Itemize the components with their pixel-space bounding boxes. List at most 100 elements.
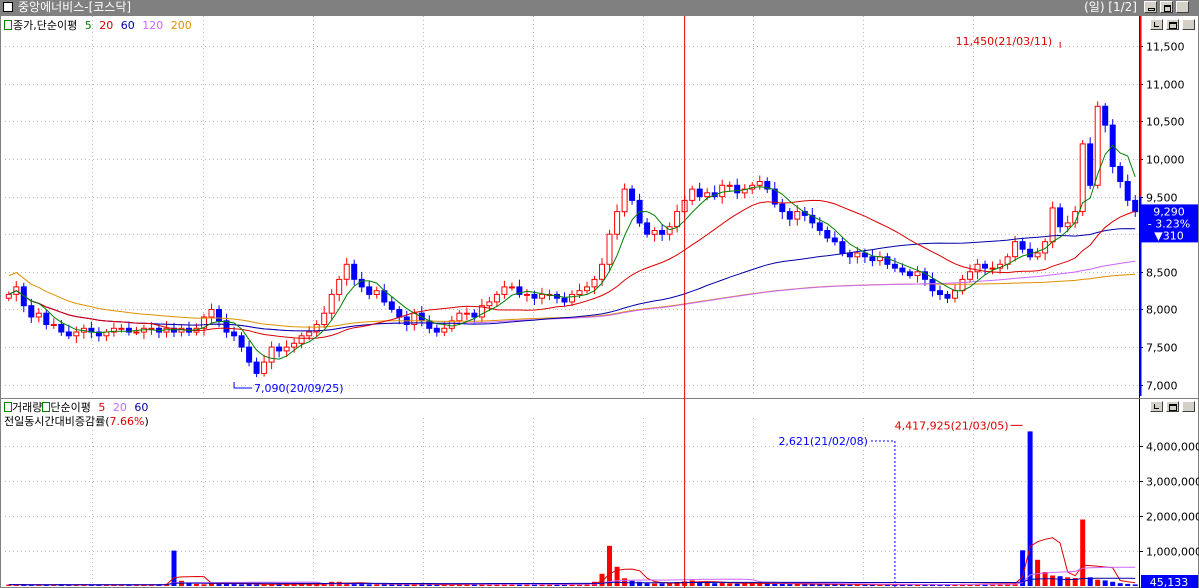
vma5-line (8, 537, 1136, 586)
candle-body (373, 290, 380, 296)
volume-bar (1065, 577, 1071, 587)
volume-bar (802, 584, 808, 587)
close-icon[interactable] (1182, 19, 1195, 30)
candle-body (231, 331, 238, 337)
maximize-icon[interactable] (1150, 19, 1163, 30)
candle-body (208, 309, 215, 318)
volume-tick-label: 2,000,000 (1146, 511, 1199, 524)
volume-bar (366, 584, 372, 587)
candle-body (982, 263, 988, 269)
candle-body (719, 184, 726, 198)
close-icon[interactable] (1182, 401, 1195, 412)
restore-icon[interactable] (1166, 19, 1179, 30)
candle-body (486, 301, 493, 307)
volume-bar (629, 580, 635, 587)
candle-body (854, 252, 861, 258)
volume-change-legend: 전일동시간대비증감률(7.66%) (4, 415, 149, 428)
current-diff-label: ▼310 (1154, 229, 1183, 242)
candle-body (584, 286, 590, 292)
candle-body (118, 327, 125, 330)
volume-bar (1057, 576, 1063, 586)
volume-bar (1102, 580, 1108, 586)
candle-body (321, 312, 328, 326)
volume-bar (306, 584, 312, 586)
candle-body (591, 278, 598, 288)
ma20-label: 20 (99, 19, 114, 32)
restore-icon[interactable] (1166, 401, 1179, 412)
candle-body (674, 211, 681, 228)
candle-body (952, 290, 958, 299)
volume-change-label: 전일동시간대비증감률 (4, 415, 106, 428)
volume-bar (787, 584, 793, 586)
ma5-label: 5 (84, 19, 92, 32)
candle-body (1132, 199, 1139, 213)
candle-body (1124, 181, 1131, 201)
volume-bar (254, 584, 260, 586)
volume-bar (231, 584, 237, 586)
candle-body (651, 230, 658, 235)
volume-bar (607, 545, 612, 587)
price-tick-label: 7,500 (1146, 342, 1178, 355)
candle-body (606, 233, 613, 265)
candle-body (50, 324, 57, 326)
volume-tick-label: 3,000,000 (1146, 476, 1199, 489)
candle-body (831, 237, 838, 243)
candle-body (396, 309, 403, 318)
candle-body (576, 290, 583, 296)
candle-body (1034, 252, 1041, 258)
candle-body (276, 346, 283, 352)
candle-body (501, 286, 508, 295)
candle-body (869, 256, 876, 262)
candle-body (1057, 207, 1064, 228)
low-pointer-line (233, 381, 253, 389)
volume-bar (1027, 431, 1033, 586)
chart-canvas[interactable]: 11,50011,00010,50010,0009,5009,0008,5008… (0, 0, 1199, 588)
candle-body (133, 331, 140, 334)
candle-body (283, 346, 290, 352)
candle-body (666, 226, 673, 235)
candle-body (268, 346, 275, 363)
candle-body (937, 290, 943, 296)
volume-bar (644, 583, 650, 586)
candle-body (891, 263, 898, 269)
candle-body (456, 312, 463, 322)
volume-bar (1110, 581, 1116, 586)
candle-body (493, 293, 500, 303)
candle-body (614, 211, 621, 235)
price-legend-label: 종가,단순이평 (13, 19, 78, 32)
candle-body (471, 312, 478, 318)
volume-bar (719, 582, 725, 586)
candle-body (1087, 143, 1094, 186)
volume-bar (381, 584, 387, 586)
candle-body (35, 312, 42, 318)
candle-body (689, 188, 696, 201)
current-volume-label: 45,133 (1150, 576, 1189, 588)
candle-body (523, 293, 530, 296)
volume-bar (652, 583, 658, 586)
candle-body (73, 331, 80, 337)
maximize-icon[interactable] (1150, 401, 1163, 412)
volume-bar (1050, 575, 1056, 586)
volume-bar (404, 584, 410, 586)
candle-body (1064, 222, 1071, 228)
volume-bar (186, 583, 192, 586)
volume-bar (201, 584, 207, 587)
high-annotation: 11,450(21/03/11) (956, 35, 1052, 48)
candle-body (726, 184, 733, 187)
candle-body (441, 327, 448, 333)
vma60-line (8, 577, 1136, 586)
volume-tick-label: 4,000,000 (1146, 441, 1199, 454)
checkbox-icon[interactable] (4, 20, 12, 30)
candle-body (629, 188, 636, 201)
checkbox-icon[interactable] (4, 402, 12, 412)
candle-body (899, 267, 906, 273)
candle-body (621, 188, 628, 213)
candle-body (463, 312, 470, 315)
candle-body (906, 271, 913, 277)
volume-bar (239, 584, 245, 587)
candle-body (846, 252, 853, 258)
candle-body (696, 188, 703, 198)
candle-body (343, 263, 350, 280)
price-tick-label: 8,500 (1146, 267, 1178, 280)
volume-panel-frame (0, 398, 1199, 588)
